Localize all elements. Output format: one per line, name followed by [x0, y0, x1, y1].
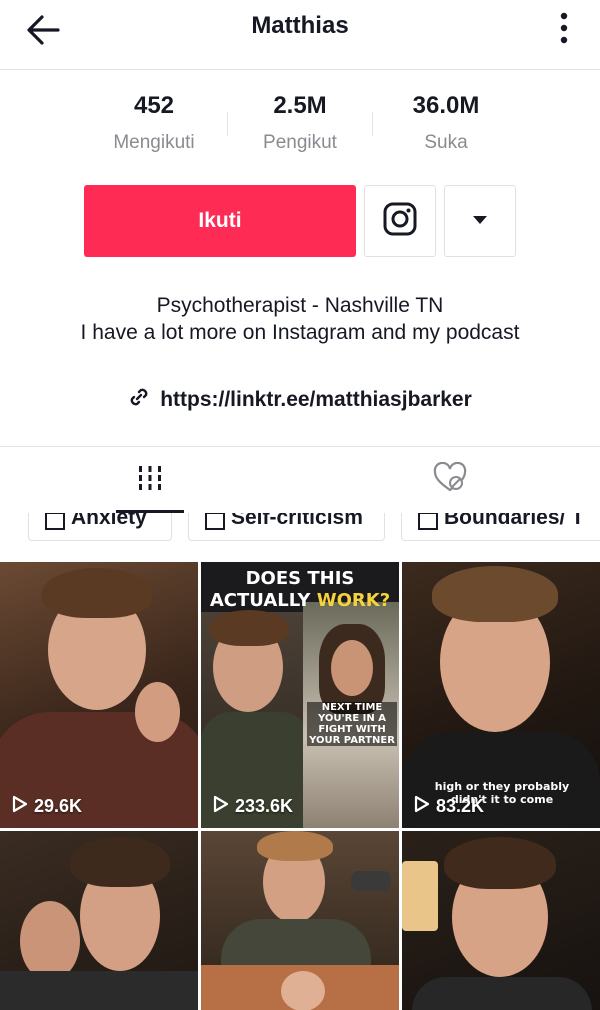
thumbnail-figure [221, 919, 371, 969]
playlist-label: Boundaries/ T [444, 513, 585, 529]
profile-tabs [0, 447, 600, 513]
stat-likes[interactable]: 36.0M Suka [356, 92, 536, 154]
playlist-icon [45, 513, 65, 530]
playlist-chip[interactable]: Self-criticism [188, 513, 385, 541]
thumbnail-hair [42, 568, 152, 618]
playlist-icon [418, 513, 438, 530]
likes-count: 36.0M [412, 92, 480, 119]
instagram-button[interactable] [364, 185, 436, 257]
likes-label: Suka [424, 132, 468, 153]
thumbnail-face [331, 640, 373, 696]
thumbnail-hair [209, 610, 289, 646]
video-grid-icon [136, 464, 164, 497]
video-thumbnail[interactable] [402, 831, 600, 1010]
liked-hidden-icon [432, 461, 468, 499]
instagram-icon [382, 201, 418, 242]
video-grid: 29.6K DOES THIS ACTUALLY WORK? NEXT TIME… [0, 562, 600, 1010]
playlist-label: Self-criticism [231, 513, 363, 529]
play-icon [414, 795, 430, 818]
thumbnail-figure [412, 977, 592, 1010]
playlist-chip[interactable]: Boundaries/ T [401, 513, 600, 541]
thumbnail-hair [257, 831, 333, 861]
bio-line: Psychotherapist - Nashville TN [156, 294, 444, 317]
follow-button[interactable]: Ikuti [84, 185, 356, 257]
bio-line: I have a lot more on Instagram and my po… [80, 321, 520, 344]
view-count: 233.6K [213, 795, 293, 818]
view-count: 83.2K [414, 795, 484, 818]
bio-link-text[interactable]: https://linktr.ee/matthiasjbarker [160, 388, 472, 412]
thumbnail-microphone [351, 871, 391, 891]
link-icon [128, 386, 150, 414]
view-count-text: 233.6K [235, 796, 294, 816]
profile-bio: Psychotherapist - Nashville TN I have a … [60, 292, 540, 346]
video-thumbnail[interactable]: high or they probably didn't it to come … [402, 562, 600, 828]
play-icon [12, 795, 28, 818]
page-title: Matthias [251, 12, 349, 39]
thumbnail-hand [135, 682, 180, 742]
thumbnail-face [281, 971, 325, 1010]
playlist-label: Anxiety [71, 513, 147, 529]
view-count: 29.6K [12, 795, 82, 818]
video-thumbnail[interactable] [201, 831, 399, 1010]
overlay-line: ACTUALLY [209, 590, 311, 611]
thumbnail-hair [70, 837, 170, 887]
playlist-row: Anxiety Self-criticism Boundaries/ T [0, 513, 600, 557]
video-thumbnail[interactable] [0, 831, 198, 1010]
video-thumbnail[interactable]: DOES THIS ACTUALLY WORK? NEXT TIME YOU'R… [201, 562, 399, 828]
thumbnail-hair [444, 837, 556, 889]
view-count-text: 29.6K [34, 796, 83, 816]
playlist-icon [205, 513, 225, 530]
suggestions-dropdown-button[interactable] [444, 185, 516, 257]
thumbnail-hair [432, 566, 558, 622]
tab-videos[interactable] [0, 447, 300, 513]
overlay-highlight: WORK? [316, 590, 391, 611]
thumbnail-overlay-title: DOES THIS ACTUALLY WORK? [201, 568, 399, 612]
overlay-line: DOES THIS [245, 568, 355, 589]
caret-down-icon [472, 212, 488, 230]
thumbnail-figure [0, 971, 198, 1010]
playlist-chip[interactable]: Anxiety [28, 513, 172, 541]
view-count-text: 83.2K [436, 796, 485, 816]
thumbnail-lamp [402, 861, 438, 931]
more-vertical-icon[interactable] [556, 6, 572, 50]
top-bar: Matthias [0, 0, 600, 70]
thumbnail-hand [20, 901, 80, 981]
bio-link[interactable]: https://linktr.ee/matthiasjbarker [0, 386, 600, 414]
video-thumbnail[interactable]: 29.6K [0, 562, 198, 828]
profile-stats: 452 Mengikuti 2.5M Pengikut 36.0M Suka [0, 92, 600, 162]
play-icon [213, 795, 229, 818]
thumbnail-caption: NEXT TIME YOU'RE IN A FIGHT WITH YOUR PA… [307, 702, 397, 746]
tab-liked[interactable] [300, 447, 600, 513]
